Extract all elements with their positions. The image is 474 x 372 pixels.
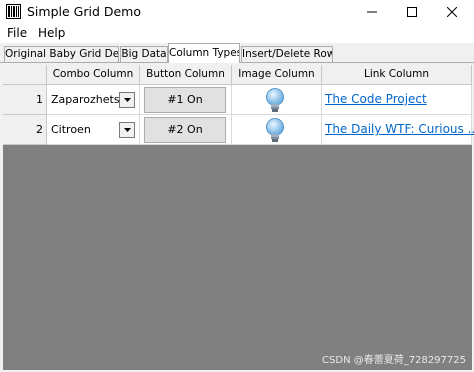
tab-insert-delete-rows[interactable]: Insert/Delete Rows [241,46,333,62]
combo-cell[interactable]: Citroen [47,115,140,145]
combo-value: Zaparozhets [51,93,120,106]
link-cell: The Daily WTF: Curious ... [322,115,474,145]
image-cell[interactable] [232,85,322,115]
button-cell: #1 On [140,85,232,115]
combo-value: Citroen [51,123,91,136]
close-icon [447,7,457,17]
tab-strip: Original Baby Grid Demo Big Data Column … [0,43,474,63]
chevron-down-icon [123,98,131,102]
table-row: 1 Zaparozhets #1 On The Code Project [3,85,472,115]
row-header[interactable]: 1 [3,85,47,115]
tab-column-types[interactable]: Column Types [168,43,240,63]
lightbulb-icon [266,88,284,112]
menu-file[interactable]: File [7,26,27,40]
tab-original-baby-grid-demo[interactable]: Original Baby Grid Demo [4,46,119,62]
row-header[interactable]: 2 [3,115,47,145]
table-row: 2 Citroen #2 On The Daily WTF: Curious .… [3,115,474,145]
app-icon [6,4,21,19]
corner-header[interactable] [3,65,47,85]
link-cell: The Code Project [322,85,472,115]
chevron-down-icon [123,128,131,132]
minimize-icon [367,11,377,13]
maximize-button[interactable] [392,0,432,24]
watermark: CSDN @春蕾夏荷_728297725 [322,355,466,366]
title-bar: Simple Grid Demo [0,0,474,24]
column-header-button[interactable]: Button Column [140,65,232,85]
menu-help[interactable]: Help [38,26,65,40]
close-button[interactable] [432,0,472,24]
window-title: Simple Grid Demo [27,4,142,19]
maximize-icon [407,7,417,17]
tab-panel: Combo Column Button Column Image Column … [0,63,474,372]
data-grid[interactable]: Combo Column Button Column Image Column … [3,65,474,370]
grid-button[interactable]: #1 On [144,87,226,113]
column-header-combo[interactable]: Combo Column [47,65,140,85]
column-header-image[interactable]: Image Column [232,65,322,85]
menu-bar: File Help [0,24,474,43]
link-daily-wtf[interactable]: The Daily WTF: Curious ... [325,122,474,136]
grid-button[interactable]: #2 On [144,117,226,143]
tab-big-data[interactable]: Big Data [120,46,168,62]
minimize-button[interactable] [352,0,392,24]
combo-dropdown-button[interactable] [119,122,135,138]
link-code-project[interactable]: The Code Project [325,92,427,106]
lightbulb-icon [266,118,284,142]
button-cell: #2 On [140,115,232,145]
combo-dropdown-button[interactable] [119,92,135,108]
column-header-link[interactable]: Link Column [322,65,472,85]
combo-cell[interactable]: Zaparozhets [47,85,140,115]
image-cell[interactable] [232,115,322,145]
